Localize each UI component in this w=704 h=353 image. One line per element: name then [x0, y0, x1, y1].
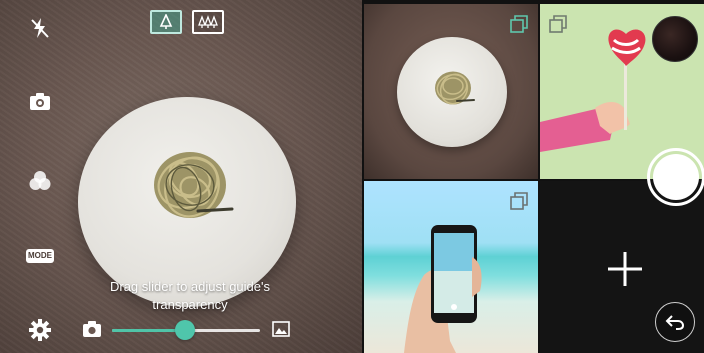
transparency-hint: Drag slider to adjust guide's transparen…: [90, 278, 290, 314]
mode-button[interactable]: MODE: [26, 242, 54, 270]
settings-button[interactable]: [26, 316, 54, 344]
photo-end-icon-wrap: [82, 320, 102, 338]
camera-viewfinder[interactable]: MODE Drag slider to adjust guide's trans…: [0, 0, 362, 353]
filter-icon: [29, 171, 51, 190]
guide-shot-camera-screen: MODE Drag slider to adjust guide's trans…: [0, 0, 704, 353]
plus-icon: [608, 252, 642, 286]
shutter-button[interactable]: [647, 148, 704, 206]
multi-guide-toggle[interactable]: [192, 10, 224, 34]
copy-frame-icon: [510, 15, 528, 33]
image-icon: [272, 321, 290, 337]
grid-pane-pasta[interactable]: [364, 4, 538, 179]
pane-pasta-image: [435, 71, 475, 105]
camera-switch-icon: [30, 93, 50, 110]
single-guide-toggle[interactable]: [150, 10, 182, 34]
camera-icon: [83, 321, 101, 337]
flash-off-icon: [31, 18, 49, 38]
shutter-core: [653, 154, 699, 200]
slider-thumb[interactable]: [174, 320, 195, 340]
gear-icon: [29, 319, 51, 341]
back-arrow-icon: [665, 315, 685, 330]
mode-label: MODE: [26, 249, 54, 263]
gallery-thumbnail[interactable]: [652, 16, 698, 62]
add-photo-button[interactable]: [606, 250, 644, 288]
slider-fill: [112, 329, 185, 332]
filter-button[interactable]: [26, 167, 54, 195]
back-button[interactable]: [655, 302, 695, 342]
hint-line-2: transparency: [152, 297, 228, 312]
image-end-icon-wrap: [272, 321, 290, 337]
single-guide-icon: [159, 14, 173, 29]
grid-pane-beach[interactable]: [364, 181, 538, 353]
transparency-slider[interactable]: [112, 320, 260, 340]
guide-pasta-image: [154, 152, 234, 218]
copy-frame-icon: [549, 15, 567, 33]
camera-switch-button[interactable]: [26, 88, 54, 116]
copy-frame-icon: [510, 192, 528, 210]
flash-button[interactable]: [26, 14, 54, 42]
multi-guide-icon: [198, 15, 218, 28]
hint-line-1: Drag slider to adjust guide's: [109, 279, 270, 294]
